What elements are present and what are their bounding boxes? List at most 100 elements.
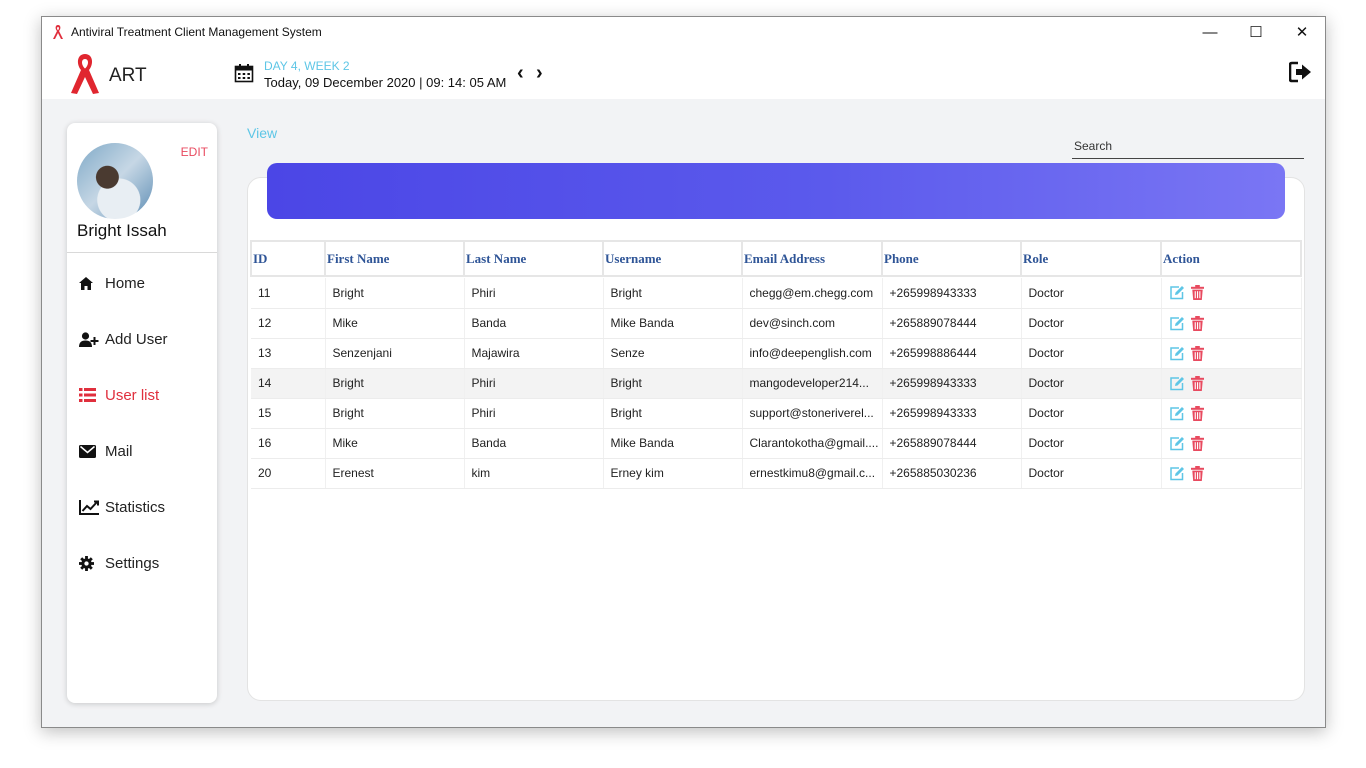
week-label: DAY 4, WEEK 2 [264, 59, 350, 73]
cell-email: mangodeveloper214... [742, 368, 883, 399]
cell-username: Bright [603, 368, 743, 399]
edit-icon[interactable] [1169, 285, 1185, 300]
sidebar-item-statistics[interactable]: Statistics [79, 495, 165, 519]
table-row[interactable]: 11 Bright Phiri Bright chegg@em.chegg.com +26… [251, 278, 1302, 309]
trash-icon[interactable] [1190, 315, 1204, 331]
cell-email: chegg@em.chegg.com [742, 278, 883, 309]
cell-username: Erney kim [603, 458, 743, 489]
table-header-row: ID First Name Last Name Username Email A… [250, 240, 1302, 277]
title-bar: Antiviral Treatment Client Management Sy… [42, 17, 1325, 47]
trash-icon[interactable] [1190, 375, 1204, 391]
edit-profile-link[interactable]: EDIT [181, 145, 208, 159]
column-header-first-name[interactable]: First Name [324, 240, 465, 277]
trash-icon[interactable] [1190, 435, 1204, 451]
sidebar-item-label: Statistics [105, 498, 166, 516]
cell-role: Doctor [1021, 278, 1162, 309]
cell-phone: +265998943333 [882, 398, 1022, 429]
column-header-email[interactable]: Email Address [741, 240, 883, 277]
cell-action [1161, 458, 1302, 489]
mail-icon [79, 444, 101, 458]
cell-email: ernestkimu8@gmail.c... [742, 458, 883, 489]
column-header-role[interactable]: Role [1020, 240, 1162, 277]
table-row[interactable]: 20 Erenest kim Erney kim ernestkimu8@gmail.c… [251, 458, 1302, 489]
trash-icon[interactable] [1190, 465, 1204, 481]
cell-action [1161, 368, 1302, 399]
gear-icon [79, 555, 101, 571]
logout-icon[interactable] [1289, 61, 1313, 83]
cell-phone: +265998943333 [882, 368, 1022, 399]
cell-action [1161, 308, 1302, 339]
user-name: Bright Issah [77, 221, 167, 240]
sidebar-item-label: Mail [105, 442, 133, 460]
edit-icon[interactable] [1169, 316, 1185, 331]
edit-icon[interactable] [1169, 436, 1185, 451]
app-window: Antiviral Treatment Client Management Sy… [41, 16, 1326, 728]
column-header-id[interactable]: ID [250, 240, 326, 277]
edit-icon[interactable] [1169, 406, 1185, 421]
cell-id: 15 [251, 398, 326, 429]
cell-phone: +265998886444 [882, 338, 1022, 369]
column-header-action: Action [1160, 240, 1302, 277]
ribbon-icon [53, 25, 63, 39]
close-button[interactable]: ✕ [1279, 17, 1325, 47]
sidebar-item-mail[interactable]: Mail [79, 439, 133, 463]
search-field [1072, 133, 1304, 159]
cell-id: 12 [251, 308, 326, 339]
cell-phone: +265885030236 [882, 458, 1022, 489]
sidebar-item-settings[interactable]: Settings [79, 551, 159, 575]
chevron-left-icon[interactable]: ‹ [517, 63, 524, 83]
calendar-icon [234, 64, 254, 83]
sidebar-item-home[interactable]: Home [79, 271, 145, 295]
view-label: View [247, 125, 278, 141]
cell-email: Clarantokotha@gmail.... [742, 428, 883, 459]
trash-icon[interactable] [1190, 345, 1204, 361]
chevron-right-icon[interactable]: › [536, 63, 543, 83]
cell-first-name: Senzenjani [325, 338, 465, 369]
cell-phone: +265889078444 [882, 308, 1022, 339]
avatar[interactable] [77, 143, 153, 219]
cell-role: Doctor [1021, 338, 1162, 369]
trash-icon[interactable] [1190, 285, 1204, 301]
cell-id: 13 [251, 338, 326, 369]
cell-first-name: Erenest [325, 458, 465, 489]
cell-role: Doctor [1021, 428, 1162, 459]
sidebar-item-user-list[interactable]: User list [79, 383, 159, 407]
maximize-button[interactable]: ☐ [1233, 17, 1279, 47]
search-input[interactable] [1072, 133, 1304, 158]
cell-id: 11 [251, 278, 326, 309]
trash-icon[interactable] [1190, 405, 1204, 421]
cell-action [1161, 428, 1302, 459]
column-header-phone[interactable]: Phone [881, 240, 1022, 277]
sidebar: EDIT Bright Issah Home Add User User lis… [67, 123, 217, 703]
table-row[interactable]: 16 Mike Banda Mike Banda Clarantokotha@gmail… [251, 428, 1302, 459]
cell-last-name: Majawira [464, 338, 604, 369]
table-row[interactable]: 15 Bright Phiri Bright support@stoneriverel.… [251, 398, 1302, 429]
cell-first-name: Mike [325, 428, 465, 459]
add-user-icon [79, 331, 101, 347]
cell-action [1161, 398, 1302, 429]
table-row[interactable]: 12 Mike Banda Mike Banda dev@sinch.com +26588… [251, 308, 1302, 339]
cell-username: Senze [603, 338, 743, 369]
sidebar-item-add-user[interactable]: Add User [79, 327, 168, 351]
cell-username: Bright [603, 278, 743, 309]
cell-role: Doctor [1021, 308, 1162, 339]
edit-icon[interactable] [1169, 376, 1185, 391]
edit-icon[interactable] [1169, 346, 1185, 361]
column-header-username[interactable]: Username [602, 240, 743, 277]
cell-id: 14 [251, 368, 326, 399]
brand-name: ART [109, 65, 147, 86]
cell-phone: +265889078444 [882, 428, 1022, 459]
cell-last-name: Banda [464, 308, 604, 339]
cell-email: info@deepenglish.com [742, 338, 883, 369]
cell-first-name: Bright [325, 278, 465, 309]
sidebar-item-label: Home [105, 274, 146, 292]
edit-icon[interactable] [1169, 466, 1185, 481]
table-row[interactable]: 13 Senzenjani Majawira Senze info@deepenglis… [251, 338, 1302, 369]
minimize-button[interactable]: — [1187, 17, 1233, 47]
column-header-last-name[interactable]: Last Name [463, 240, 604, 277]
cell-id: 16 [251, 428, 326, 459]
table-banner [267, 163, 1285, 219]
table-row[interactable]: 14 Bright Phiri Bright mangodeveloper214... +… [251, 368, 1302, 399]
sidebar-item-label: User list [105, 386, 160, 404]
window-title: Antiviral Treatment Client Management Sy… [71, 25, 322, 39]
